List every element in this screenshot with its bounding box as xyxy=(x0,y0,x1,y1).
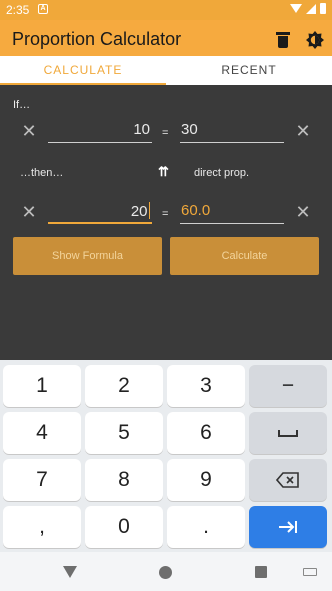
status-bar: 2:35 A xyxy=(0,0,332,20)
signal-icon xyxy=(306,3,316,14)
key-minus[interactable]: − xyxy=(249,365,327,407)
key-1[interactable]: 1 xyxy=(3,365,81,407)
calculator-form: If… ✕ 10 = 30 ✕ …then… ⇈ direct prop. ✕ … xyxy=(0,85,332,360)
row2-left-value: 20 xyxy=(130,203,148,220)
status-time: 2:35 xyxy=(6,3,30,17)
backspace-key[interactable] xyxy=(249,459,327,501)
clear-icon[interactable]: ✕ xyxy=(294,203,312,221)
tab-recent[interactable]: RECENT xyxy=(166,56,332,85)
direct-proportion-icon[interactable]: ⇈ xyxy=(158,164,169,180)
key-4[interactable]: 4 xyxy=(3,412,81,454)
row2-left-field[interactable]: 20 xyxy=(48,202,152,224)
tab-next-icon xyxy=(279,520,297,533)
if-label: If… xyxy=(13,99,31,111)
trash-icon[interactable] xyxy=(276,32,290,48)
equals-sign: = xyxy=(162,208,169,220)
clear-icon[interactable]: ✕ xyxy=(20,203,38,221)
tab-calculate[interactable]: CALCULATE xyxy=(0,56,166,85)
key-6[interactable]: 6 xyxy=(167,412,245,454)
recents-icon[interactable] xyxy=(255,566,267,578)
key-comma[interactable]: , xyxy=(3,506,81,548)
calculate-button[interactable]: Calculate xyxy=(170,237,319,275)
back-icon[interactable] xyxy=(63,566,77,578)
key-period[interactable]: . xyxy=(167,506,245,548)
theme-icon[interactable] xyxy=(306,31,324,49)
key-5[interactable]: 5 xyxy=(85,412,163,454)
navigation-bar xyxy=(0,552,332,591)
app-title: Proportion Calculator xyxy=(12,29,182,49)
clear-icon[interactable]: ✕ xyxy=(20,122,38,140)
space-icon xyxy=(278,430,298,438)
key-3[interactable]: 3 xyxy=(167,365,245,407)
equals-sign: = xyxy=(162,127,169,139)
backspace-icon xyxy=(275,472,299,489)
row2-result-field[interactable]: 60.0 xyxy=(180,202,284,224)
app-bar: Proportion Calculator xyxy=(0,20,332,56)
clear-icon[interactable]: ✕ xyxy=(294,122,312,140)
text-caret xyxy=(148,202,150,219)
numeric-keyboard: 1 2 3 − 4 5 6 7 8 9 , 0 . xyxy=(0,360,332,552)
home-icon[interactable] xyxy=(159,566,172,579)
row1-right-field[interactable]: 30 xyxy=(180,121,284,143)
key-9[interactable]: 9 xyxy=(167,459,245,501)
row1-left-field[interactable]: 10 xyxy=(48,121,152,143)
key-8[interactable]: 8 xyxy=(85,459,163,501)
key-7[interactable]: 7 xyxy=(3,459,81,501)
wifi-icon xyxy=(290,4,302,13)
relation-label: direct prop. xyxy=(194,167,250,179)
status-icons xyxy=(290,3,326,14)
key-2[interactable]: 2 xyxy=(85,365,163,407)
next-key[interactable] xyxy=(249,506,327,548)
tab-bar: CALCULATE RECENT xyxy=(0,56,332,85)
key-0[interactable]: 0 xyxy=(85,506,163,548)
keyboard-switch-icon[interactable] xyxy=(303,568,317,576)
then-label: …then… xyxy=(20,167,64,179)
show-formula-button[interactable]: Show Formula xyxy=(13,237,162,275)
notification-icon: A xyxy=(38,4,48,14)
space-key[interactable] xyxy=(249,412,327,454)
battery-icon xyxy=(320,3,326,14)
